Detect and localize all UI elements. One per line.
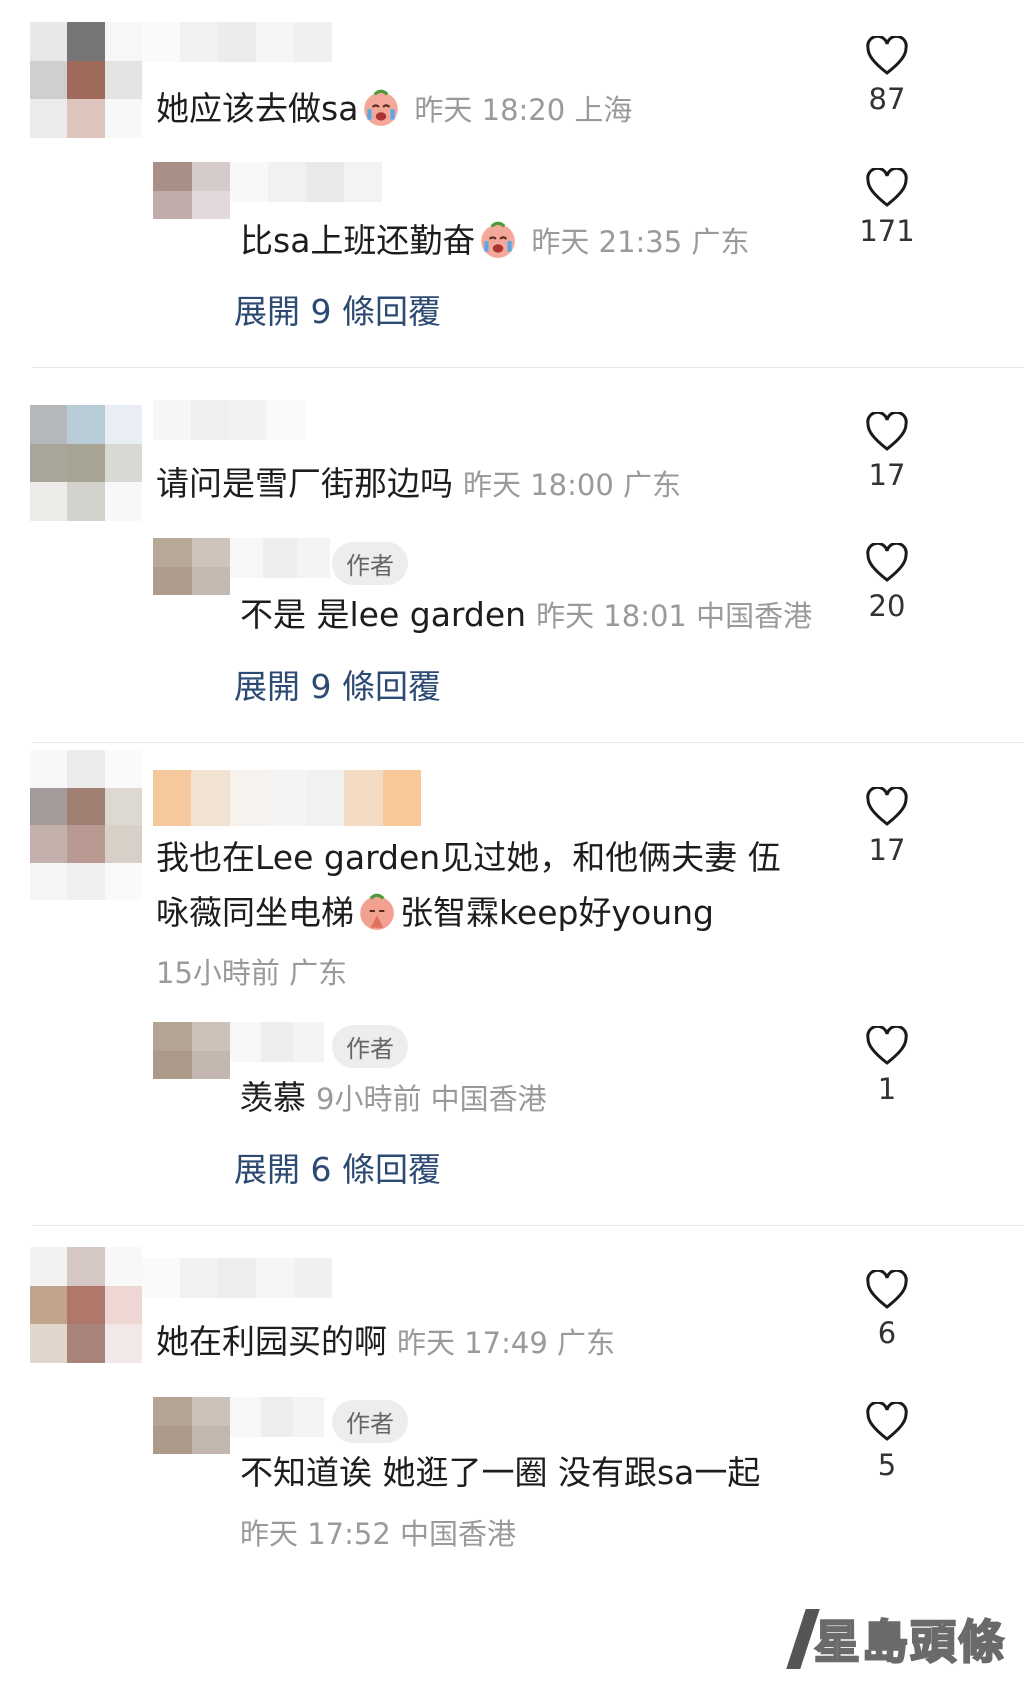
username-blurred[interactable] bbox=[230, 1022, 324, 1062]
divider bbox=[32, 1225, 1024, 1226]
like-button[interactable]: 5 bbox=[857, 1402, 917, 1482]
reply-text: 比sa上班还勤奋 昨天 21:35 广东 bbox=[240, 218, 749, 264]
author-badge: 作者 bbox=[332, 542, 408, 585]
crying-face-icon bbox=[364, 89, 399, 126]
watermark-text: 星島頭條 bbox=[813, 1614, 1006, 1670]
comment-text: 她在利园买的啊 昨天 17:49 广东 bbox=[156, 1322, 616, 1361]
like-count: 6 bbox=[877, 1316, 897, 1350]
heart-outline-icon bbox=[866, 1270, 908, 1309]
like-count: 171 bbox=[859, 214, 915, 248]
avatar[interactable] bbox=[153, 1397, 230, 1454]
reply-text: 羡慕 9小時前 中国香港 bbox=[240, 1078, 547, 1117]
expand-replies-link[interactable]: 展開 9 條回覆 bbox=[234, 285, 441, 333]
author-badge: 作者 bbox=[332, 1400, 408, 1443]
like-count: 20 bbox=[868, 589, 906, 623]
username-blurred[interactable] bbox=[230, 538, 330, 578]
watermark-logo: 星島頭條 bbox=[786, 1607, 1006, 1671]
heart-outline-icon bbox=[866, 168, 908, 207]
praying-face-icon bbox=[360, 893, 394, 930]
avatar[interactable] bbox=[30, 405, 142, 521]
avatar[interactable] bbox=[153, 162, 230, 219]
username-blurred[interactable] bbox=[230, 162, 382, 202]
reply-meta: 昨天 18:01 中国香港 bbox=[536, 599, 813, 633]
like-count: 1 bbox=[877, 1072, 897, 1106]
like-button[interactable]: 20 bbox=[857, 543, 917, 623]
like-button[interactable]: 17 bbox=[857, 787, 917, 867]
username-blurred[interactable] bbox=[153, 770, 421, 826]
heart-outline-icon bbox=[866, 1026, 908, 1065]
comment-meta: 15小時前 广东 bbox=[156, 956, 348, 990]
comment-text: 她应该去做sa 昨天 18:20 上海 bbox=[156, 86, 632, 132]
username-blurred[interactable] bbox=[230, 1397, 324, 1437]
expand-replies-link[interactable]: 展開 9 條回覆 bbox=[234, 660, 441, 708]
reply-text: 不知道诶 她逛了一圈 没有跟sa一起 bbox=[240, 1453, 761, 1492]
like-count: 17 bbox=[868, 458, 906, 492]
author-badge: 作者 bbox=[332, 1025, 408, 1068]
like-button[interactable]: 171 bbox=[857, 168, 917, 248]
divider bbox=[32, 742, 1024, 743]
comment-text-line2: 咏薇同坐电梯 张智霖keep好young bbox=[156, 890, 714, 935]
comment-text: 请问是雪厂街那边吗 昨天 18:00 广东 bbox=[156, 464, 682, 503]
comment-meta: 昨天 18:20 上海 bbox=[414, 93, 633, 127]
crying-face-icon bbox=[481, 221, 516, 258]
avatar[interactable] bbox=[30, 750, 142, 900]
avatar[interactable] bbox=[153, 538, 230, 595]
avatar[interactable] bbox=[153, 1022, 230, 1079]
reply-meta: 9小時前 中国香港 bbox=[316, 1082, 547, 1116]
reply-text: 不是 是lee garden 昨天 18:01 中国香港 bbox=[240, 595, 813, 634]
heart-outline-icon bbox=[866, 1402, 908, 1441]
like-button[interactable]: 87 bbox=[857, 36, 917, 116]
like-count: 5 bbox=[877, 1448, 897, 1482]
like-button[interactable]: 6 bbox=[857, 1270, 917, 1350]
like-button[interactable]: 1 bbox=[857, 1026, 917, 1106]
username-blurred[interactable] bbox=[153, 400, 305, 440]
heart-outline-icon bbox=[866, 787, 908, 826]
heart-outline-icon bbox=[866, 412, 908, 451]
expand-replies-link[interactable]: 展開 6 條回覆 bbox=[234, 1143, 441, 1191]
heart-outline-icon bbox=[866, 543, 908, 582]
comment-meta: 昨天 18:00 广东 bbox=[463, 468, 682, 502]
avatar[interactable] bbox=[30, 1247, 142, 1363]
username-blurred[interactable] bbox=[142, 1258, 332, 1298]
comment-meta: 昨天 17:49 广东 bbox=[397, 1326, 616, 1360]
like-button[interactable]: 17 bbox=[857, 412, 917, 492]
divider bbox=[32, 367, 1024, 368]
username-blurred[interactable] bbox=[142, 22, 332, 62]
like-count: 17 bbox=[868, 833, 906, 867]
heart-outline-icon bbox=[866, 36, 908, 75]
comment-text-line1: 我也在Lee garden见过她，和他俩夫妻 伍 bbox=[156, 838, 781, 877]
avatar[interactable] bbox=[30, 22, 142, 138]
reply-meta: 昨天 21:35 广东 bbox=[531, 225, 750, 259]
like-count: 87 bbox=[868, 82, 906, 116]
reply-meta: 昨天 17:52 中国香港 bbox=[240, 1517, 517, 1551]
